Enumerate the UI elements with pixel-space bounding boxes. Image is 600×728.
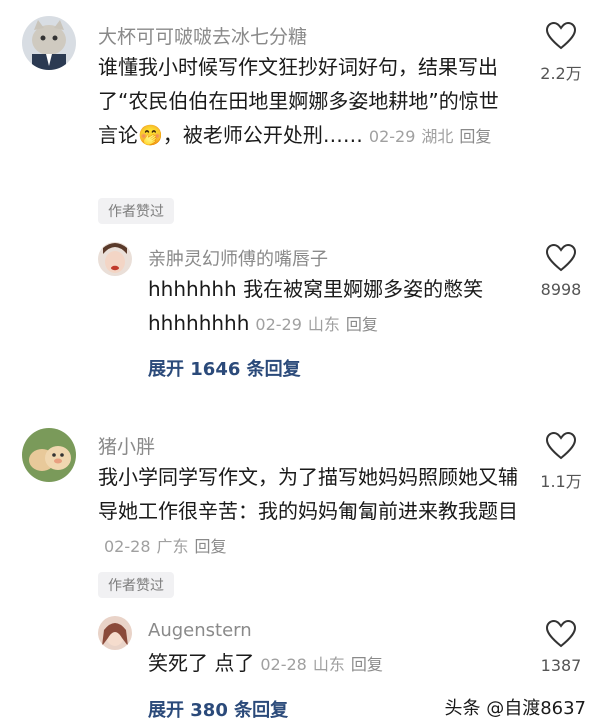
comment-text: 我小学同学写作文，为了描写她妈妈照顾她又辅导她工作很辛苦：我的妈妈匍匐前进来教我… [98, 460, 518, 564]
comment-date: 02-29 [368, 127, 416, 146]
reply-username[interactable]: Augenstern [148, 620, 252, 641]
comment-username[interactable]: 大杯可可啵啵去冰七分糖 [98, 22, 307, 49]
like-count: 1387 [540, 656, 582, 675]
reply-location: 山东 [307, 315, 340, 334]
like-count: 2.2万 [540, 64, 582, 83]
reply-text: hhhhhhh 我在被窝里婀娜多姿的憋笑hhhhhhhh 02-29 山东 回复 [148, 272, 518, 342]
reply-username[interactable]: 亲肿灵幻师傅的嘴唇子 [148, 245, 328, 271]
watermark: 头条 @自渡8637 [438, 692, 592, 722]
expand-count: 380 [190, 700, 228, 721]
comment-body: 我小学同学写作文，为了描写她妈妈照顾她又辅导她工作很辛苦：我的妈妈匍匐前进来教我… [98, 465, 518, 523]
expand-replies-button[interactable]: 展开 1646 条回复 [148, 355, 301, 381]
reply-location: 山东 [312, 655, 345, 674]
reply-meta: 02-29 山东 回复 [255, 315, 384, 334]
author-liked-badge: 作者赞过 [98, 572, 174, 598]
expand-suffix: 条回复 [234, 700, 289, 721]
heart-icon[interactable] [546, 432, 576, 460]
reply-button[interactable]: 回复 [351, 655, 383, 674]
comment-location: 广东 [156, 537, 189, 556]
comment-meta: 02-29 湖北 回复 [369, 127, 498, 146]
comment-date: 02-28 [104, 537, 151, 556]
heart-icon[interactable] [546, 22, 576, 50]
avatar[interactable] [98, 242, 132, 276]
expand-suffix: 条回复 [246, 359, 301, 380]
comment-meta: 02-28 广东 回复 [104, 537, 233, 556]
avatar[interactable] [22, 16, 76, 70]
comment-text: 谁懂我小时候写作文狂抄好词好句，结果写出了“农民伯伯在田地里婀娜多姿地耕地”的惊… [98, 50, 518, 154]
heart-icon[interactable] [546, 620, 576, 648]
avatar[interactable] [22, 428, 76, 482]
avatar[interactable] [98, 616, 132, 650]
expand-replies-button[interactable]: 展开 380 条回复 [148, 696, 288, 722]
like-count: 1.1万 [540, 472, 582, 491]
reply-button[interactable]: 回复 [346, 315, 378, 334]
reply-button[interactable]: 回复 [195, 537, 227, 556]
reply-text: 笑死了 点了 02-28 山东 回复 [148, 646, 518, 682]
reply-button[interactable]: 回复 [459, 127, 491, 146]
reply-meta: 02-28 山东 回复 [260, 655, 389, 674]
expand-label: 展开 [148, 700, 184, 721]
expand-label: 展开 [148, 359, 184, 380]
reply-date: 02-29 [255, 315, 302, 334]
reply-body: 笑死了 点了 [148, 651, 255, 675]
author-liked-badge: 作者赞过 [98, 198, 174, 224]
expand-count: 1646 [190, 359, 241, 380]
comment-location: 湖北 [421, 127, 454, 146]
comment-username[interactable]: 猪小胖 [98, 432, 155, 459]
reply-date: 02-28 [260, 655, 307, 674]
heart-icon[interactable] [546, 244, 576, 272]
like-count: 8998 [540, 280, 582, 299]
